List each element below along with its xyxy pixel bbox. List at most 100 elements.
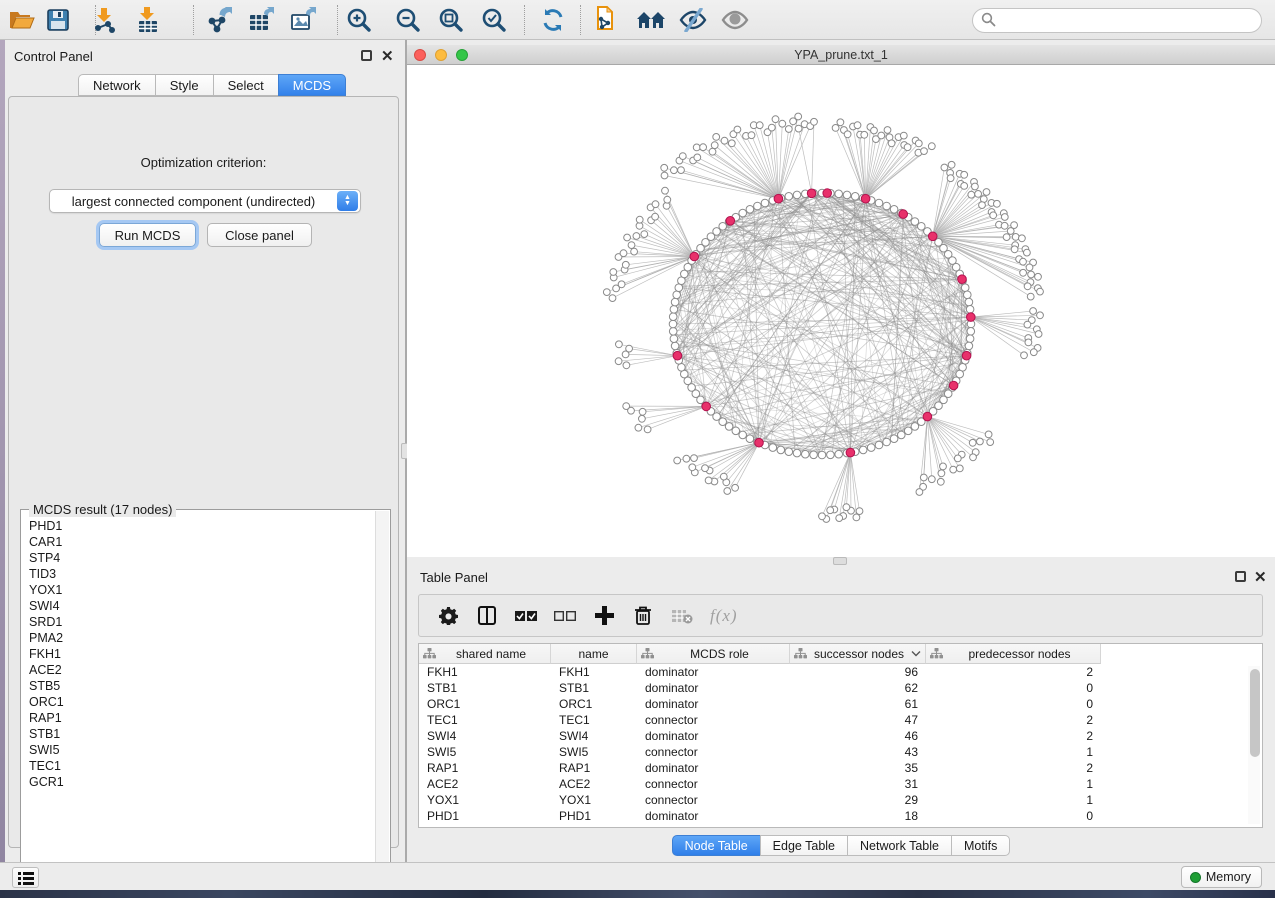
table-cell[interactable]: 35 (790, 760, 926, 776)
mcds-result-item[interactable]: TID3 (22, 566, 376, 582)
table-cell[interactable]: RAP1 (419, 760, 551, 776)
tab-network-table[interactable]: Network Table (847, 835, 951, 856)
table-row[interactable]: ACE2ACE2connector311 (419, 776, 1101, 792)
table-row[interactable]: PHD1PHD1dominator180 (419, 808, 1101, 824)
table-cell[interactable]: 29 (790, 792, 926, 808)
table-cell[interactable]: dominator (637, 808, 790, 824)
table-cell[interactable]: 18 (790, 808, 926, 824)
show-graphics-details-icon[interactable] (718, 4, 752, 36)
tab-motifs[interactable]: Motifs (951, 835, 1010, 856)
table-cell[interactable]: dominator (637, 760, 790, 776)
table-cell[interactable]: 61 (790, 696, 926, 712)
mcds-result-item[interactable]: YOX1 (22, 582, 376, 598)
table-row[interactable]: SWI5SWI5connector431 (419, 744, 1101, 760)
import-network-icon[interactable] (88, 4, 122, 36)
run-mcds-button[interactable]: Run MCDS (99, 223, 196, 247)
zoom-out-icon[interactable] (391, 4, 425, 36)
table-cell[interactable]: ORC1 (551, 696, 637, 712)
table-cell[interactable]: SWI4 (551, 728, 637, 744)
table-row[interactable]: ORC1ORC1dominator610 (419, 696, 1101, 712)
network-graph[interactable] (407, 65, 1275, 557)
open-folder-icon[interactable] (5, 4, 39, 36)
table-cell[interactable]: PHD1 (551, 808, 637, 824)
table-cell[interactable]: 1 (926, 792, 1101, 808)
table-cell[interactable]: FKH1 (551, 664, 637, 680)
tab-select[interactable]: Select (213, 74, 278, 96)
refresh-layout-icon[interactable] (536, 4, 570, 36)
table-row[interactable]: RAP1RAP1dominator352 (419, 760, 1101, 776)
table-cell[interactable]: ACE2 (419, 776, 551, 792)
toggle-columns-icon[interactable] (476, 605, 498, 627)
table-settings-gear-icon[interactable] (437, 605, 459, 627)
table-cell[interactable]: dominator (637, 680, 790, 696)
table-cell[interactable]: YOX1 (551, 792, 637, 808)
mcds-result-item[interactable]: PMA2 (22, 630, 376, 646)
table-cell[interactable]: 0 (926, 680, 1101, 696)
table-cell[interactable]: ACE2 (551, 776, 637, 792)
table-cell[interactable]: ORC1 (419, 696, 551, 712)
mcds-result-item[interactable]: STP4 (22, 550, 376, 566)
mcds-result-item[interactable]: TEC1 (22, 758, 376, 774)
search-input[interactable] (972, 8, 1262, 33)
export-image-icon[interactable] (286, 4, 320, 36)
table-cell[interactable]: 96 (790, 664, 926, 680)
save-session-icon[interactable] (41, 4, 75, 36)
table-row[interactable]: FKH1FKH1dominator962 (419, 664, 1101, 680)
mcds-result-item[interactable]: SWI5 (22, 742, 376, 758)
table-cell[interactable]: 43 (790, 744, 926, 760)
export-network-icon[interactable] (203, 4, 237, 36)
node-table[interactable]: shared namenameMCDS rolesuccessor nodesp… (418, 643, 1263, 828)
tab-network[interactable]: Network (78, 74, 155, 96)
zoom-in-icon[interactable] (342, 4, 376, 36)
table-cell[interactable]: STB1 (551, 680, 637, 696)
table-cell[interactable]: 2 (926, 664, 1101, 680)
mcds-result-item[interactable]: RAP1 (22, 710, 376, 726)
table-cell[interactable]: RAP1 (551, 760, 637, 776)
close-panel-icon[interactable]: ✕ (381, 51, 394, 62)
tab-mcds[interactable]: MCDS (278, 74, 346, 96)
mcds-result-item[interactable]: STB5 (22, 678, 376, 694)
table-cell[interactable]: YOX1 (419, 792, 551, 808)
table-cell[interactable]: dominator (637, 664, 790, 680)
close-table-panel-icon[interactable]: ✕ (1254, 572, 1267, 583)
table-row[interactable]: STB1STB1dominator620 (419, 680, 1101, 696)
table-cell[interactable]: connector (637, 792, 790, 808)
column-header-successor-nodes[interactable]: successor nodes (790, 644, 926, 664)
table-cell[interactable]: 0 (926, 808, 1101, 824)
table-row[interactable]: SWI4SWI4dominator462 (419, 728, 1101, 744)
home-networks-icon[interactable] (634, 4, 668, 36)
memory-button[interactable]: Memory (1181, 866, 1262, 888)
table-cell[interactable]: 2 (926, 712, 1101, 728)
column-header-name[interactable]: name (551, 644, 637, 664)
export-table-icon[interactable] (244, 4, 278, 36)
network-window-titlebar[interactable]: YPA_prune.txt_1 (407, 45, 1275, 65)
float-table-panel-icon[interactable] (1235, 571, 1246, 582)
table-row[interactable]: TEC1TEC1connector472 (419, 712, 1101, 728)
table-cell[interactable]: 47 (790, 712, 926, 728)
table-cell[interactable]: TEC1 (551, 712, 637, 728)
mcds-result-item[interactable]: FKH1 (22, 646, 376, 662)
column-header-shared-name[interactable]: shared name (419, 644, 551, 664)
close-panel-button[interactable]: Close panel (207, 223, 312, 247)
select-all-rows-icon[interactable] (515, 605, 537, 627)
table-cell[interactable]: TEC1 (419, 712, 551, 728)
table-cell[interactable]: 46 (790, 728, 926, 744)
network-view-canvas[interactable] (407, 65, 1275, 557)
mcds-result-item[interactable]: CAR1 (22, 534, 376, 550)
table-cell[interactable]: 31 (790, 776, 926, 792)
import-table-icon[interactable] (131, 4, 165, 36)
optimization-criterion-select[interactable]: largest connected component (undirected)… (49, 189, 361, 213)
mcds-list-scrollbar[interactable] (375, 511, 389, 877)
table-cell[interactable]: FKH1 (419, 664, 551, 680)
table-row[interactable]: YOX1YOX1connector291 (419, 792, 1101, 808)
mcds-result-item[interactable]: SWI4 (22, 598, 376, 614)
open-recent-session-icon[interactable] (587, 4, 621, 36)
table-cell[interactable]: dominator (637, 728, 790, 744)
table-cell[interactable]: SWI4 (419, 728, 551, 744)
column-header-predecessor-nodes[interactable]: predecessor nodes (926, 644, 1101, 664)
table-cell[interactable]: PHD1 (419, 808, 551, 824)
horizontal-splitter-handle[interactable] (833, 557, 847, 565)
table-cell[interactable]: connector (637, 712, 790, 728)
mcds-result-item[interactable]: STB1 (22, 726, 376, 742)
table-cell[interactable]: 2 (926, 760, 1101, 776)
